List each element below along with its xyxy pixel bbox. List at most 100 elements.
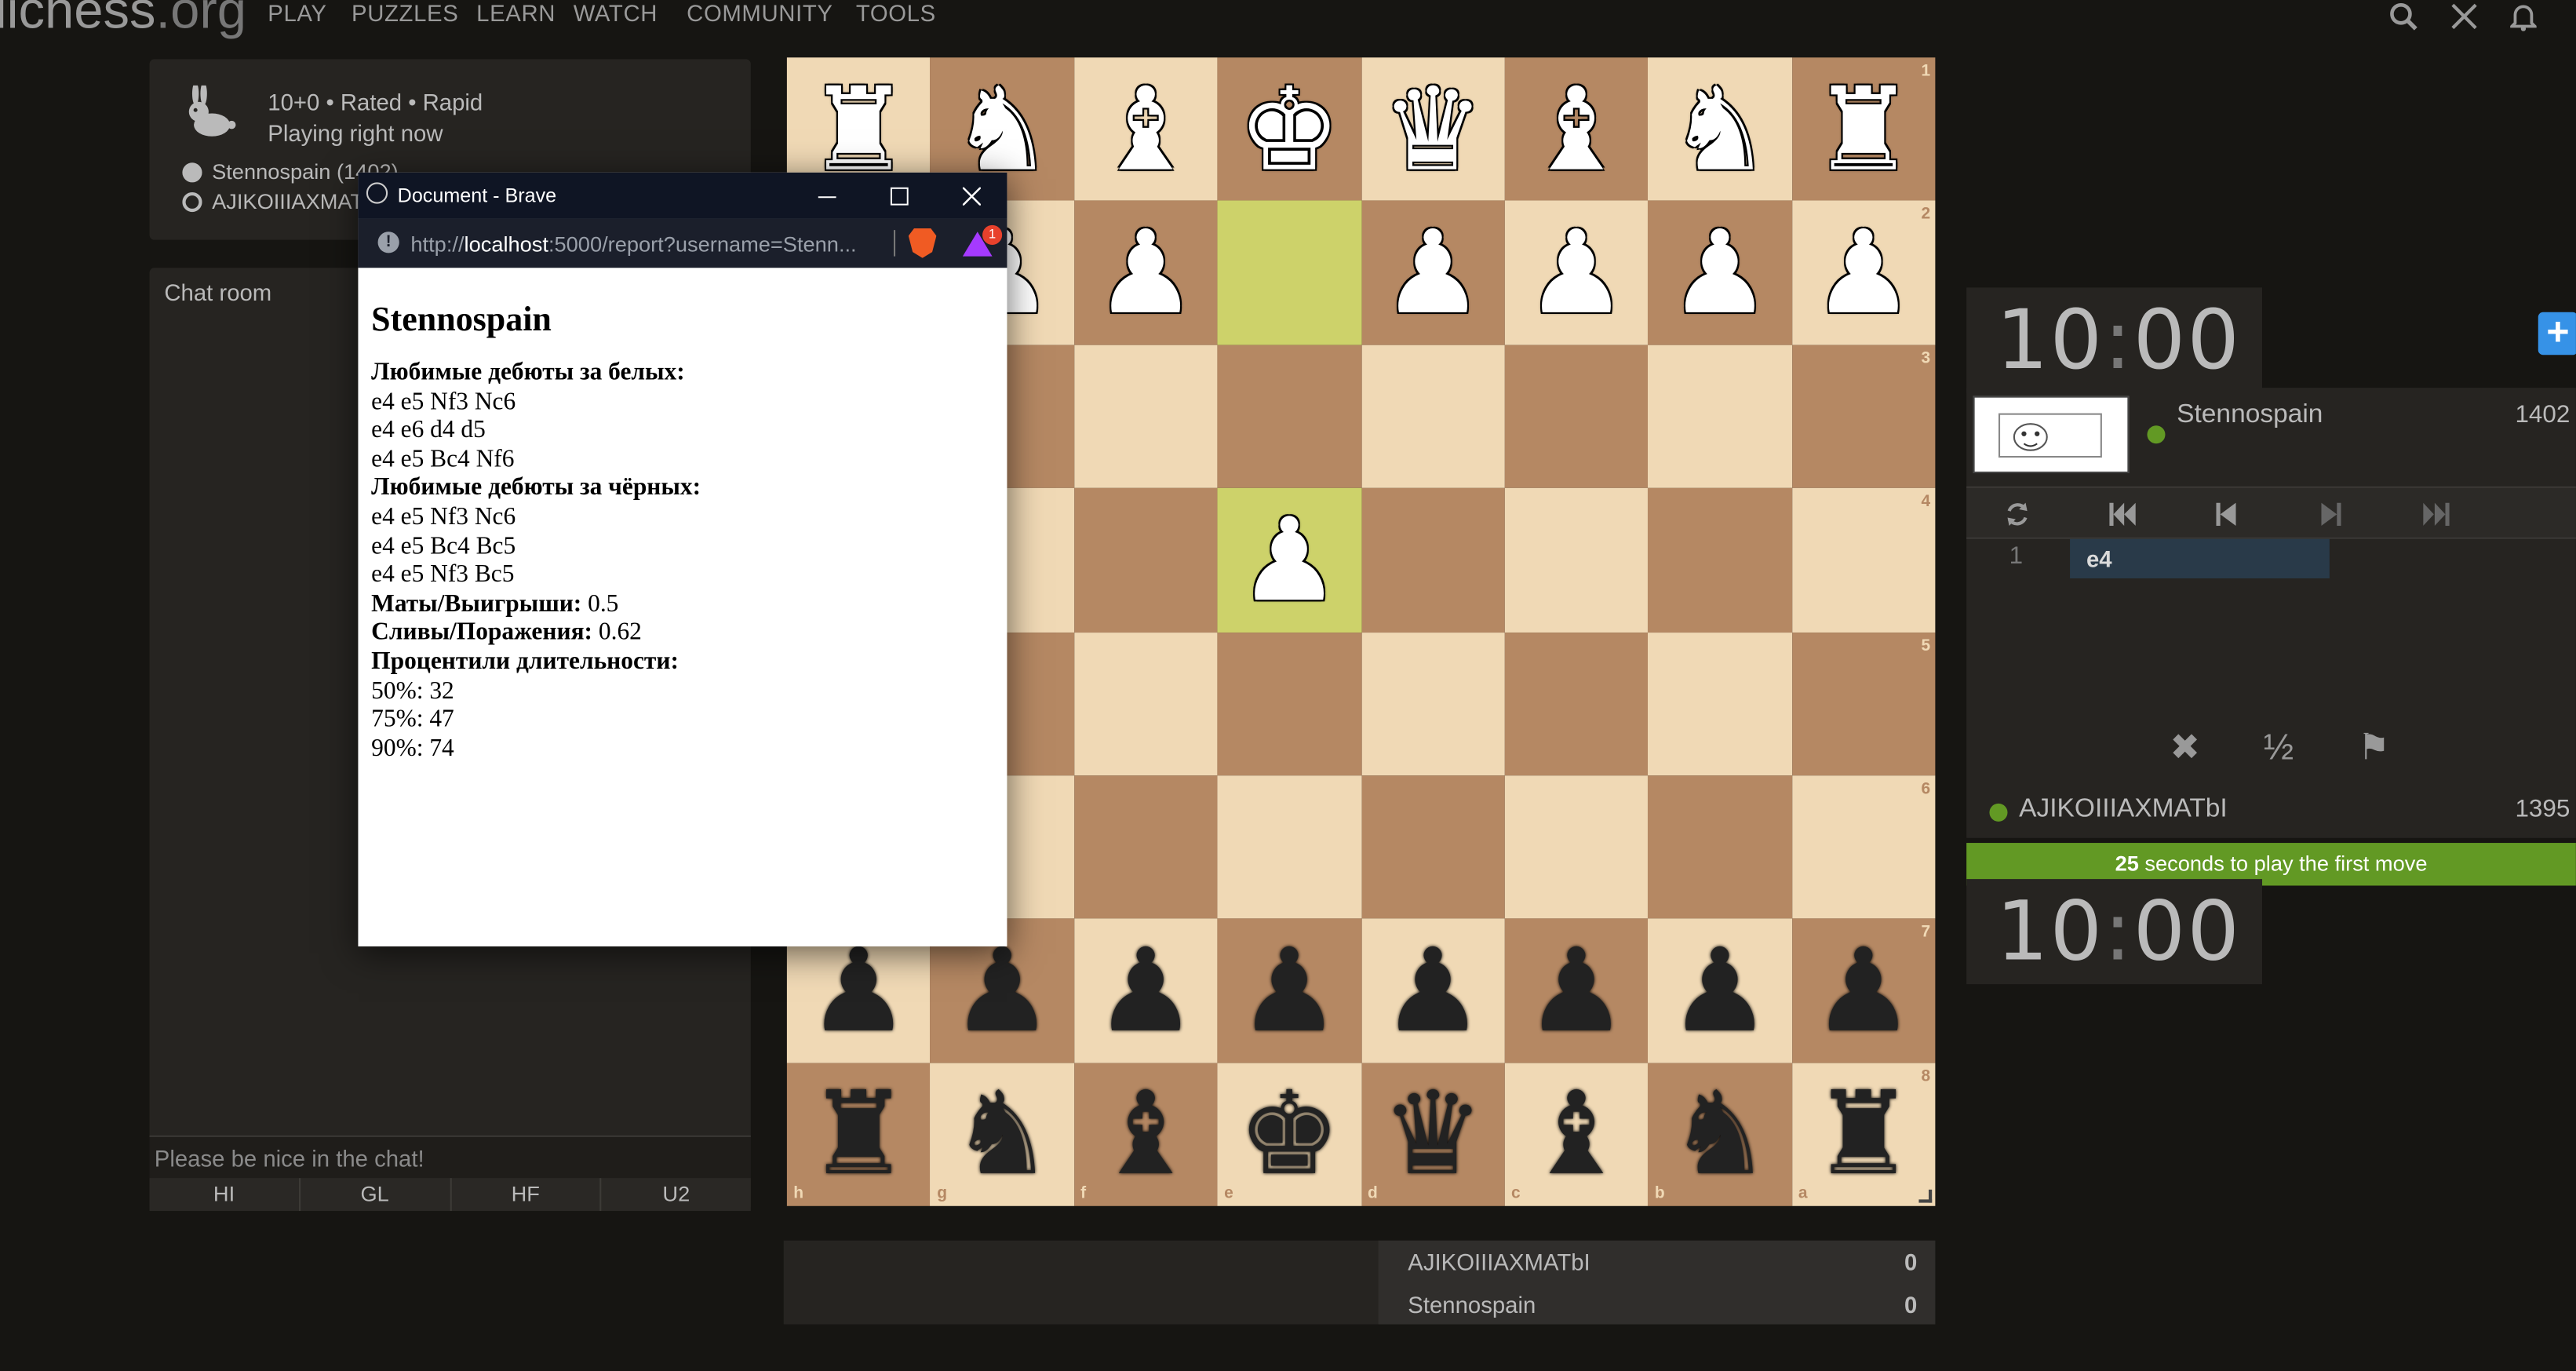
white-rook-icon[interactable]: ♜	[807, 71, 910, 187]
maximize-button[interactable]	[862, 173, 935, 219]
board-square[interactable]: ♟	[1361, 918, 1505, 1063]
board-square[interactable]	[1073, 345, 1218, 489]
board-square[interactable]: 5	[1791, 632, 1936, 775]
preset-hf[interactable]: HF	[451, 1178, 602, 1212]
black-knight-icon[interactable]: ♞	[951, 1077, 1054, 1192]
board-square[interactable]	[1361, 345, 1505, 489]
black-queen-icon[interactable]: ♛	[1381, 1077, 1484, 1192]
board-square[interactable]: f ♝	[1073, 1062, 1218, 1206]
board-square[interactable]: ♟	[1073, 918, 1218, 1063]
board-square[interactable]	[1217, 775, 1361, 919]
board-square[interactable]	[1361, 488, 1505, 633]
white-knight-icon[interactable]: ♞	[1668, 71, 1771, 187]
bell-icon[interactable]	[2507, 0, 2540, 33]
board-square[interactable]	[1073, 488, 1218, 633]
nav-learn[interactable]: LEARN	[476, 0, 556, 26]
black-pawn-icon[interactable]: ♟	[807, 933, 910, 1048]
white-bishop-icon[interactable]: ♝	[1095, 71, 1197, 187]
add-time-button[interactable]: +	[2538, 312, 2576, 356]
board-square[interactable]	[1217, 632, 1361, 775]
nav-watch[interactable]: WATCH	[574, 0, 658, 26]
white-knight-icon[interactable]: ♞	[951, 71, 1054, 187]
offer-draw-button[interactable]: ½	[2249, 723, 2308, 772]
black-pawn-icon[interactable]: ♟	[1381, 933, 1484, 1048]
board-square[interactable]	[1648, 775, 1792, 919]
white-bishop-icon[interactable]: ♝	[1525, 71, 1627, 187]
top-player-name[interactable]: Stennospain	[2177, 401, 2323, 431]
white-pawn-icon[interactable]: ♟	[1668, 215, 1771, 330]
board-square[interactable]: ♚	[1217, 57, 1361, 202]
board-square[interactable]: 6	[1791, 775, 1936, 919]
chat-input[interactable]: Please be nice in the chat!	[149, 1135, 751, 1179]
board-square[interactable]: 1 ♜	[1791, 57, 1936, 202]
black-pawn-icon[interactable]: ♟	[1525, 933, 1627, 1048]
address-bar[interactable]: ! http://localhost:5000/report?username=…	[358, 218, 1007, 268]
board-square[interactable]	[1648, 632, 1792, 775]
black-knight-icon[interactable]: ♞	[1668, 1077, 1771, 1192]
black-pawn-icon[interactable]: ♟	[1668, 933, 1771, 1048]
board-square[interactable]: c ♝	[1504, 1062, 1649, 1206]
board-square[interactable]: ♟	[1361, 201, 1505, 345]
board-resize-handle[interactable]	[1918, 1189, 1933, 1203]
black-pawn-icon[interactable]: ♟	[1095, 933, 1197, 1048]
board-square[interactable]: e ♚	[1217, 1062, 1361, 1206]
white-pawn-icon[interactable]: ♟	[1525, 215, 1627, 330]
white-pawn-icon[interactable]: ♟	[1812, 215, 1915, 330]
info-icon[interactable]: !	[377, 232, 399, 253]
window-titlebar[interactable]: Document - Brave	[358, 172, 1007, 219]
black-pawn-icon[interactable]: ♟	[1237, 933, 1340, 1048]
next-move-icon[interactable]	[2298, 488, 2364, 541]
close-button[interactable]	[935, 173, 1007, 219]
search-icon[interactable]	[2387, 0, 2420, 33]
last-move-icon[interactable]	[2403, 488, 2469, 541]
board-square[interactable]	[1504, 632, 1649, 775]
resign-button[interactable]: ⚑	[2345, 723, 2403, 772]
board-square[interactable]: ♝	[1073, 57, 1218, 202]
board-square[interactable]	[1361, 632, 1505, 775]
white-rook-icon[interactable]: ♜	[1812, 71, 1915, 187]
prev-move-icon[interactable]	[2193, 488, 2259, 541]
black-king-icon[interactable]: ♚	[1237, 1077, 1340, 1192]
board-square[interactable]	[1504, 345, 1649, 489]
board-square[interactable]: d ♛	[1361, 1062, 1505, 1206]
board-square[interactable]: ♟	[1504, 201, 1649, 345]
board-square[interactable]: h ♜	[786, 1062, 931, 1206]
preset-hi[interactable]: HI	[150, 1178, 301, 1212]
board-square[interactable]: ♛	[1361, 57, 1505, 202]
white-queen-icon[interactable]: ♛	[1381, 71, 1484, 187]
board-square[interactable]	[1504, 488, 1649, 633]
board-square[interactable]: ♝	[1504, 57, 1649, 202]
abort-game-button[interactable]: ✖	[2155, 723, 2214, 772]
nav-community[interactable]: COMMUNITY	[687, 0, 833, 26]
board-square[interactable]: ♟	[1217, 488, 1361, 633]
preset-u2[interactable]: U2	[602, 1178, 751, 1211]
black-rook-icon[interactable]: ♜	[1812, 1077, 1915, 1192]
minimize-button[interactable]	[790, 173, 862, 219]
board-square[interactable]: ♞	[1648, 57, 1792, 202]
white-pawn-icon[interactable]: ♟	[1095, 215, 1197, 330]
nav-play[interactable]: PLAY	[268, 0, 326, 26]
board-square[interactable]: g ♞	[930, 1062, 1074, 1206]
url-text[interactable]: http://localhost:5000/report?username=St…	[410, 232, 877, 256]
board-square[interactable]: 8 a ♜	[1791, 1062, 1936, 1206]
black-pawn-icon[interactable]: ♟	[1812, 933, 1915, 1048]
bottom-player-name[interactable]: AJIKOIIIAXMATbI	[2019, 795, 2228, 825]
board-square[interactable]: ♟	[1073, 201, 1218, 345]
swords-icon[interactable]	[2448, 0, 2481, 33]
board-square[interactable]	[1217, 345, 1361, 489]
board-square[interactable]: b ♞	[1648, 1062, 1792, 1206]
board-square[interactable]: 3	[1791, 345, 1936, 489]
board-square[interactable]	[1504, 775, 1649, 919]
board-square[interactable]: ♟	[1217, 918, 1361, 1063]
brave-shields-icon[interactable]	[908, 228, 937, 258]
white-king-icon[interactable]: ♚	[1237, 71, 1340, 187]
flip-board-icon[interactable]	[1984, 488, 2050, 541]
black-pawn-icon[interactable]: ♟	[951, 933, 1054, 1048]
board-square[interactable]	[1361, 775, 1505, 919]
move-white[interactable]: e4	[2070, 538, 2330, 578]
black-rook-icon[interactable]: ♜	[807, 1077, 910, 1192]
board-square[interactable]: ♟	[1504, 918, 1649, 1063]
white-pawn-icon[interactable]: ♟	[1237, 502, 1340, 618]
white-pawn-icon[interactable]: ♟	[1381, 215, 1484, 330]
board-square[interactable]: ♟	[1648, 201, 1792, 345]
